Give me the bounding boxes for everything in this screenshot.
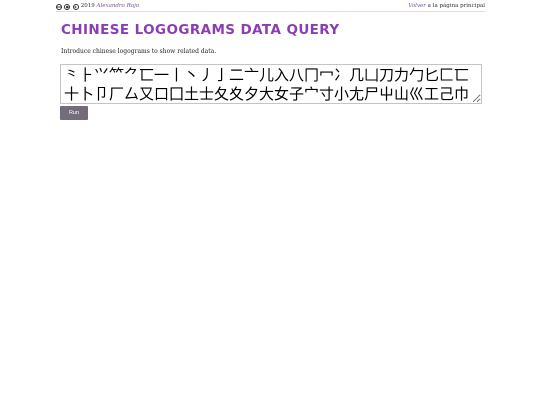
back-link[interactable]: Volver: [408, 3, 426, 9]
back-suffix: a la página principal: [425, 3, 485, 9]
instructions-text: Introduce chinese logograms to show rela…: [61, 48, 217, 55]
by-icon: ●: [64, 4, 71, 10]
copyright-year: 2019: [80, 3, 95, 9]
license-info: cc ● $ 2019 Alexandro Rojo: [56, 2, 139, 11]
back-navigation: Volver a la página principal: [408, 2, 485, 11]
nc-icon: $: [72, 4, 79, 10]
logogram-input[interactable]: [60, 64, 482, 104]
cc-icon: cc: [56, 4, 62, 10]
run-button[interactable]: Run: [60, 106, 88, 120]
author-link[interactable]: Alexandro Rojo: [97, 3, 140, 9]
top-bar: cc ● $ 2019 Alexandro Rojo Volver a la p…: [56, 2, 485, 12]
page-title: CHINESE LOGOGRAMS DATA QUERY: [61, 22, 340, 38]
